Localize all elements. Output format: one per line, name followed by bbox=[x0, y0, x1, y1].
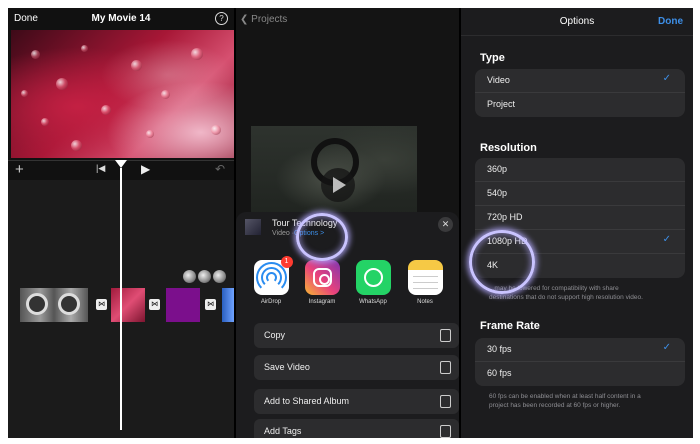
share-app-notes[interactable]: Notes bbox=[406, 260, 444, 305]
whatsapp-icon bbox=[355, 260, 391, 295]
transition-icon[interactable]: ⋈ bbox=[205, 299, 216, 310]
editor-title: My Movie 14 bbox=[91, 13, 151, 24]
transition-icon[interactable]: ⋈ bbox=[149, 299, 160, 310]
shared-album-action[interactable]: Add to Shared Album bbox=[254, 389, 459, 414]
share-thumbnail bbox=[245, 219, 261, 235]
action-label: Add to Shared Album bbox=[264, 396, 350, 406]
playhead[interactable] bbox=[120, 168, 122, 430]
resolution-option-540p[interactable]: 540p bbox=[475, 182, 685, 206]
playhead-marker bbox=[115, 160, 127, 168]
projects-back-button[interactable]: ❮ Projects bbox=[240, 14, 287, 25]
resolution-heading: Resolution bbox=[480, 142, 537, 154]
checkmark-icon: ✓ bbox=[662, 73, 671, 84]
audio-clips[interactable] bbox=[183, 270, 228, 288]
clip-purple[interactable] bbox=[166, 288, 200, 322]
screenshot-frame: Done My Movie 14 ? + |◀ ▶ ↶ ⋈ ⋈ ⋈ ❮ Proj… bbox=[8, 8, 693, 438]
options-done-button[interactable]: Done bbox=[658, 16, 683, 27]
frame-rate-option-30[interactable]: 30 fps ✓ bbox=[475, 338, 685, 362]
type-heading: Type bbox=[480, 52, 505, 64]
play-icon[interactable]: ▶ bbox=[141, 162, 150, 176]
checkmark-icon: ✓ bbox=[662, 234, 671, 245]
notification-badge: 1 bbox=[280, 256, 293, 268]
share-app-whatsapp[interactable]: WhatsApp bbox=[354, 260, 392, 305]
tag-icon bbox=[440, 425, 451, 438]
row-label: 720p HD bbox=[487, 212, 523, 222]
frame-rate-group: 30 fps ✓ 60 fps bbox=[475, 338, 685, 386]
clip-blue[interactable] bbox=[222, 288, 234, 322]
undo-icon[interactable]: ↶ bbox=[215, 162, 225, 176]
share-app-airdrop[interactable]: 1 AirDrop bbox=[252, 256, 293, 305]
play-icon[interactable] bbox=[321, 168, 355, 202]
row-label: 360p bbox=[487, 164, 508, 174]
app-label: AirDrop bbox=[260, 299, 282, 305]
row-label: Video bbox=[487, 75, 510, 85]
close-icon[interactable]: ✕ bbox=[438, 217, 453, 232]
type-option-video[interactable]: Video ✓ bbox=[475, 69, 685, 93]
app-label: Instagram bbox=[308, 299, 336, 305]
resolution-option-720p[interactable]: 720p HD bbox=[475, 206, 685, 230]
add-tags-action[interactable]: Add Tags bbox=[254, 419, 459, 438]
row-label: 540p bbox=[487, 188, 508, 198]
action-label: Save Video bbox=[264, 362, 310, 372]
notes-icon bbox=[407, 260, 443, 295]
note-line: destinations that do not support high re… bbox=[489, 294, 643, 301]
copy-icon bbox=[440, 329, 451, 342]
row-label: 30 fps bbox=[487, 344, 512, 354]
note-line: project has been recorded at 60 fps or h… bbox=[489, 402, 621, 409]
save-icon bbox=[440, 361, 451, 374]
projects-back-label: Projects bbox=[251, 14, 288, 25]
skip-back-icon[interactable]: |◀ bbox=[96, 163, 105, 174]
action-label: Add Tags bbox=[264, 426, 302, 436]
row-label: 60 fps bbox=[487, 368, 512, 378]
help-icon[interactable]: ? bbox=[215, 12, 228, 25]
action-label: Copy bbox=[264, 330, 286, 340]
frame-rate-option-60[interactable]: 60 fps bbox=[475, 362, 685, 386]
add-media-icon[interactable]: + bbox=[15, 161, 24, 178]
highlight-circle bbox=[469, 230, 535, 294]
copy-action[interactable]: Copy bbox=[254, 323, 459, 348]
airdrop-icon: 1 bbox=[253, 256, 293, 295]
save-video-action[interactable]: Save Video bbox=[254, 355, 459, 380]
editor-panel: Done My Movie 14 ? + |◀ ▶ ↶ ⋈ ⋈ ⋈ bbox=[8, 8, 234, 438]
chevron-left-icon: ❮ bbox=[240, 14, 252, 25]
frame-rate-heading: Frame Rate bbox=[480, 320, 540, 332]
transition-icon[interactable]: ⋈ bbox=[96, 299, 107, 310]
highlight-circle bbox=[296, 213, 348, 261]
note-line: 60 fps can be enabled when at least half… bbox=[489, 393, 641, 400]
row-label: Project bbox=[487, 99, 516, 109]
shared-album-icon bbox=[440, 395, 451, 408]
type-option-project[interactable]: Project bbox=[475, 93, 685, 117]
resolution-option-360p[interactable]: 360p bbox=[475, 158, 685, 182]
instagram-icon bbox=[304, 260, 340, 295]
share-app-instagram[interactable]: Instagram bbox=[303, 260, 341, 305]
share-panel: ❮ Projects Tour Technology Video · Optio… bbox=[236, 8, 459, 438]
video-preview bbox=[11, 30, 234, 158]
type-group: Video ✓ Project bbox=[475, 69, 685, 117]
app-label: Notes bbox=[417, 299, 433, 305]
share-project-subtitle: Video · bbox=[272, 230, 295, 237]
checkmark-icon: ✓ bbox=[662, 342, 671, 353]
app-label: WhatsApp bbox=[359, 299, 387, 305]
frame-rate-note: 60 fps can be enabled when at least half… bbox=[489, 392, 685, 410]
clip-red-drops[interactable] bbox=[111, 288, 145, 322]
options-panel: Options Done Type Video ✓ Project Resolu… bbox=[461, 8, 693, 438]
clip-watches[interactable] bbox=[20, 288, 88, 322]
